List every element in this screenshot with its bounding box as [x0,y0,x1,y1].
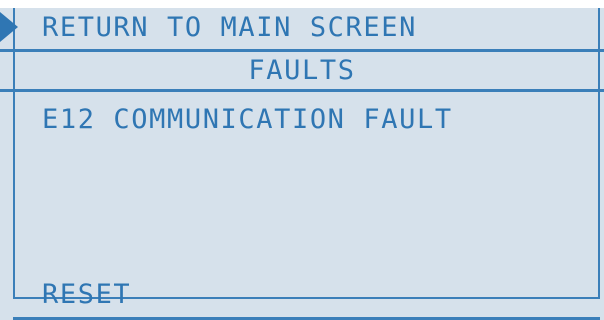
fault-message-label: E12 COMMUNICATION FAULT [42,103,453,135]
fault-screen: RETURN TO MAIN SCREEN FAULTS E12 COMMUNI… [0,0,604,320]
return-to-main-screen-button[interactable]: RETURN TO MAIN SCREEN [0,6,604,52]
faults-title-label: FAULTS [248,55,356,86]
return-to-main-screen-label: RETURN TO MAIN SCREEN [42,12,417,43]
reset-button[interactable]: RESET [0,270,604,318]
reset-label: RESET [42,278,132,310]
faults-title: FAULTS [0,52,604,92]
fault-message: E12 COMMUNICATION FAULT [0,96,604,142]
